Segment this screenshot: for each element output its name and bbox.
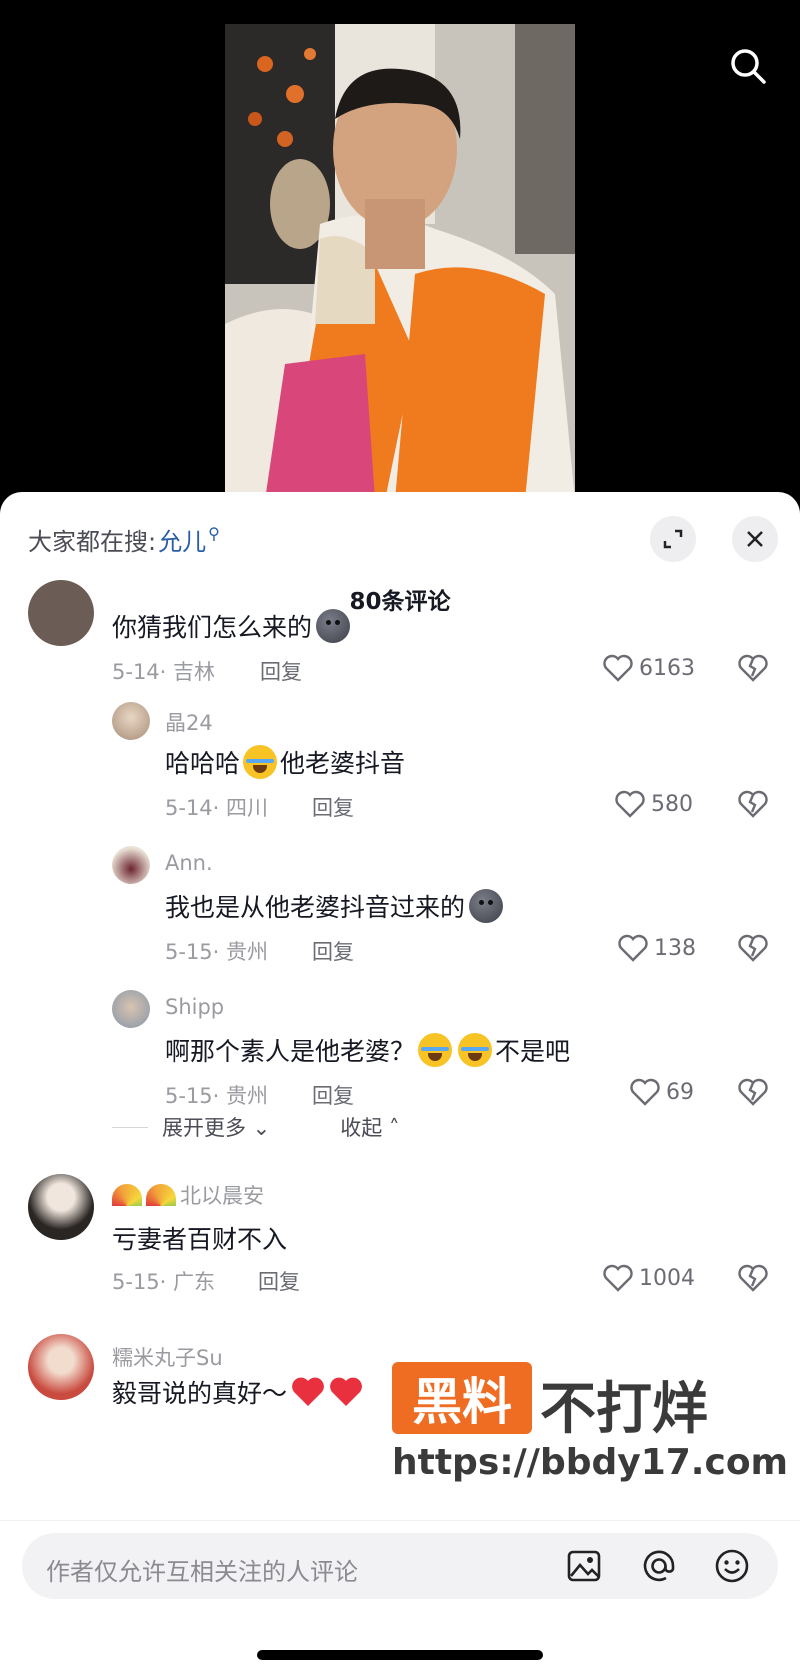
image-icon	[567, 1550, 601, 1582]
dislike-button[interactable]	[738, 934, 768, 966]
comment-username[interactable]: 晶24	[165, 707, 213, 737]
comment-meta: 5-15· 广东	[112, 1270, 216, 1294]
dislike-icon	[738, 654, 768, 682]
expand-icon	[663, 529, 683, 549]
search-button[interactable]	[722, 40, 774, 92]
comment-meta: 5-15· 贵州	[165, 940, 269, 964]
mention-button[interactable]	[637, 1544, 681, 1588]
avatar[interactable]	[112, 702, 150, 740]
comment-username[interactable]: Ann.	[165, 851, 213, 875]
expand-more-button[interactable]: 展开更多 ⌄	[162, 1112, 270, 1142]
dark-face-emoji	[469, 889, 504, 923]
comment-input[interactable]: 作者仅允许互相关注的人评论	[22, 1533, 778, 1599]
comment-meta: 5-15· 贵州	[165, 1084, 269, 1108]
dislike-icon	[738, 1078, 768, 1106]
emoji-button[interactable]	[710, 1544, 754, 1588]
close-icon	[747, 531, 763, 547]
avatar[interactable]	[112, 990, 150, 1028]
video-frame[interactable]	[225, 24, 575, 500]
reply-button[interactable]: 回复	[312, 1080, 354, 1110]
dislike-button[interactable]	[738, 1078, 768, 1110]
heart-icon	[615, 790, 645, 818]
crying-laughing-emoji	[243, 745, 278, 779]
watermark: 黑料 不打烊 https://bbdy17.com	[392, 1362, 788, 1492]
comment-username[interactable]: 北以晨安	[112, 1180, 264, 1210]
red-heart-emoji	[330, 1377, 362, 1406]
close-button[interactable]	[732, 516, 778, 562]
heart-icon	[618, 934, 648, 962]
like-button[interactable]: 1004	[603, 1264, 695, 1292]
image-button[interactable]	[562, 1544, 606, 1588]
dislike-icon	[738, 934, 768, 962]
comment-text: 亏妻者百财不入	[112, 1225, 288, 1254]
rainbow-emoji	[112, 1184, 142, 1206]
small-search-icon: ⚲	[208, 524, 220, 543]
heart-icon	[603, 1264, 633, 1292]
comment-panel: 大家都在搜: 允儿 ⚲ 80条评论 你猜我们怎么来的 5-14· 吉林 回复 6…	[0, 492, 800, 1673]
comment-username[interactable]: Shipp	[165, 995, 224, 1019]
comment-meta: 5-14· 吉林	[112, 660, 216, 684]
watermark-logo: 黑料	[392, 1362, 532, 1434]
like-button[interactable]: 69	[630, 1078, 694, 1106]
red-heart-emoji	[292, 1377, 324, 1406]
comment-text: 你猜我们怎么来的	[112, 608, 351, 644]
hot-search-prefix: 大家都在搜:	[28, 528, 157, 556]
comment-text: 毅哥说的真好～	[112, 1374, 363, 1410]
crying-laughing-emoji	[418, 1033, 453, 1067]
divider	[112, 1126, 148, 1128]
like-button[interactable]: 580	[615, 790, 693, 818]
at-icon	[643, 1550, 675, 1582]
video-thumbnail	[225, 24, 575, 500]
reply-button[interactable]: 回复	[258, 1266, 300, 1296]
dark-face-emoji	[316, 609, 351, 643]
watermark-url: https://bbdy17.com	[392, 1442, 789, 1483]
dislike-button[interactable]	[738, 1264, 768, 1296]
home-indicator	[257, 1650, 543, 1660]
avatar[interactable]	[28, 580, 94, 646]
rainbow-emoji	[146, 1184, 176, 1206]
dislike-icon	[738, 1264, 768, 1292]
comment-text: 哈哈哈 他老婆抖音	[165, 744, 405, 780]
dislike-button[interactable]	[738, 790, 768, 822]
comment-username[interactable]: 糯米丸子Su	[112, 1342, 223, 1372]
avatar[interactable]	[28, 1334, 94, 1400]
hot-search-link[interactable]: 大家都在搜: 允儿 ⚲	[28, 522, 220, 557]
like-button[interactable]: 138	[618, 934, 696, 962]
reply-button[interactable]: 回复	[312, 792, 354, 822]
watermark-brand: 不打烊	[540, 1377, 708, 1442]
avatar[interactable]	[112, 846, 150, 884]
reply-button[interactable]: 回复	[260, 656, 302, 686]
video-player[interactable]	[0, 0, 800, 500]
expand-button[interactable]	[650, 516, 696, 562]
heart-icon	[603, 654, 633, 682]
comment-input-bar: 作者仅允许互相关注的人评论	[0, 1520, 800, 1673]
comment-meta: 5-14· 四川	[165, 796, 269, 820]
comment-text: 我也是从他老婆抖音过来的	[165, 888, 504, 924]
replies-toggle-row: 展开更多 ⌄ 收起 ˄	[112, 1112, 399, 1142]
dislike-icon	[738, 790, 768, 818]
like-button[interactable]: 6163	[603, 654, 695, 682]
emoji-icon	[715, 1549, 749, 1583]
avatar[interactable]	[28, 1174, 94, 1240]
search-icon	[731, 49, 766, 84]
comment-input-placeholder: 作者仅允许互相关注的人评论	[46, 1558, 358, 1586]
hot-search-keyword[interactable]: 允儿	[158, 522, 206, 557]
heart-icon	[630, 1078, 660, 1106]
dislike-button[interactable]	[738, 654, 768, 686]
reply-button[interactable]: 回复	[312, 936, 354, 966]
crying-laughing-emoji	[458, 1033, 493, 1067]
comment-text: 啊那个素人是他老婆？ 不是吧	[165, 1032, 570, 1068]
collapse-button[interactable]: 收起 ˄	[340, 1112, 399, 1142]
